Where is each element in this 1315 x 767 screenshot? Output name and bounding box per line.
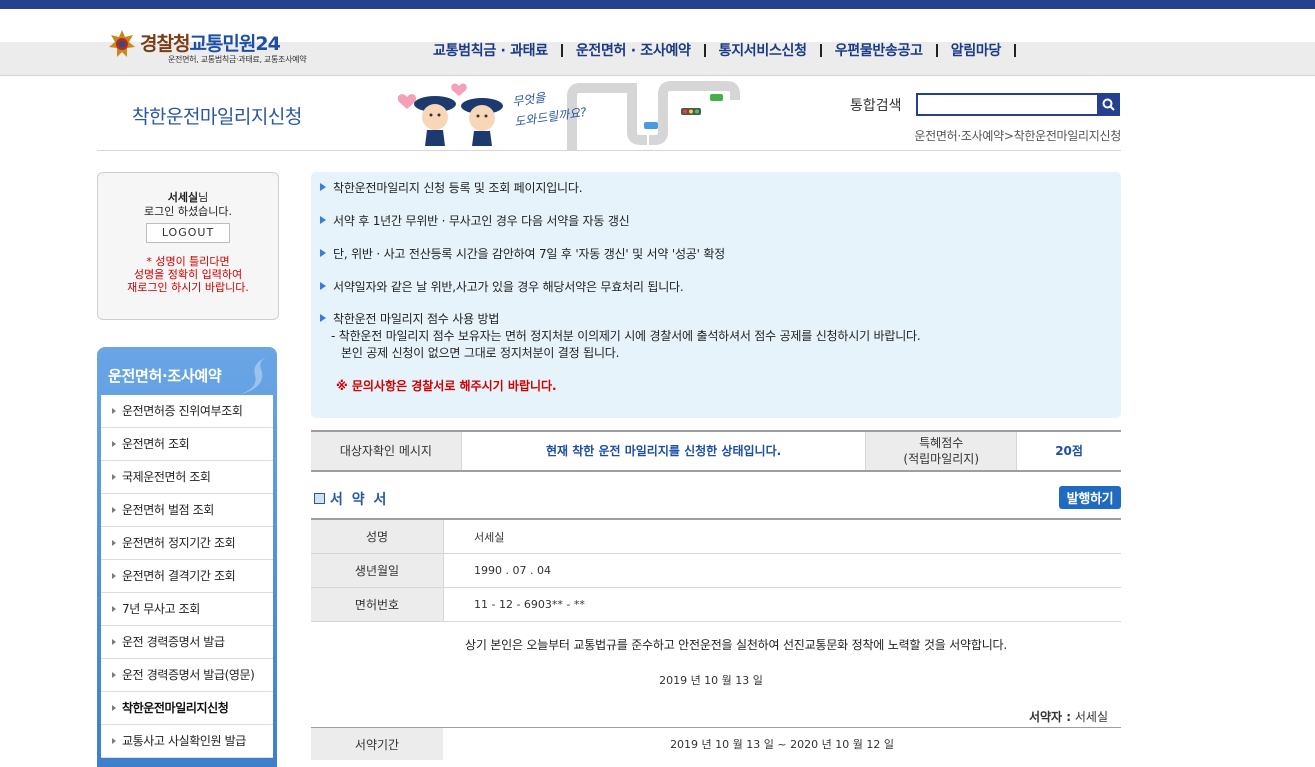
row-key: 성명 [311,520,444,553]
pledge-signer: 서약자 : 서세실 [1028,710,1108,724]
points-label: 특혜점수 (적립마일리지) [866,432,1018,470]
notice-line: 서약일자와 같은 날 위반,사고가 있을 경우 해당서약은 무효처리 됩니다. [333,280,684,294]
banner-illustration: 무엇을 도와드릴까요? [397,81,740,150]
police-emblem-icon [109,30,135,57]
pledge-period-row: 서약기간 2019 년 10 월 13 일 ~ 2020 년 10 월 12 일 [311,727,1121,760]
row-key: 생년월일 [311,554,444,587]
gnb-item-returned-mail[interactable]: 우편물반송공고 [822,40,936,60]
status-message: 현재 착한 운전 마일리지를 신청한 상태입니다. [461,432,867,470]
side-menu-item[interactable]: 교통사고 사실확인원 발급 [101,725,273,758]
search-button[interactable] [1097,93,1120,116]
issue-button[interactable]: 발행하기 [1059,486,1121,509]
side-menu-item-active[interactable]: 착한운전마일리지신청 [101,692,273,725]
bullet-arrow-icon [112,573,116,579]
gnb-item-license[interactable]: 운전면허 · 조사예약 [563,40,704,60]
brand-name: 경찰청교통민원24 [140,33,281,55]
applicant-status-table: 대상자확인 메시지 현재 착한 운전 마일리지를 신청한 상태입니다. 특혜점수… [311,430,1121,472]
row-value: 1990 . 07 . 04 [474,564,551,577]
bullet-triangle-icon [320,314,326,322]
pledge-statement: 상기 본인은 오늘부터 교통법규를 준수하고 안전운전을 실천하여 선진교통문화… [464,638,1008,652]
notice-line: 착한운전마일리지 신청 등록 및 조회 페이지입니다. [333,181,583,195]
global-nav: 교통범칙금 · 과태료 운전면허 · 조사예약 통지서비스신청 우편물반송공고 … [420,39,1017,61]
side-menu-list: 운전면허증 진위여부조회 운전면허 조회 국제운전면허 조회 운전면허 벌점 조… [101,395,273,758]
period-label: 서약기간 [311,728,443,760]
row-value: 서세실 [474,530,505,544]
top-color-bar [0,0,1315,9]
bullet-arrow-icon [112,408,116,414]
logged-in-text: 로그인 하셨습니다. [144,205,232,218]
bullet-arrow-icon [112,606,116,612]
breadcrumb: 운전면허·조사예약>착한운전마일리지신청 [914,129,1121,143]
page-title: 착한운전마일리지신청 [132,106,302,128]
bullet-triangle-icon [320,249,326,257]
sub-header: 착한운전마일리지신청 무엇을 도와드릴까요? 통합검색 운전면허·조사예약>착한… [97,78,1121,151]
gnb-item-fines[interactable]: 교통범칙금 · 과태료 [420,40,561,60]
bullet-arrow-icon [112,474,116,480]
side-menu-item[interactable]: 운전면허 조회 [101,428,273,461]
notice-line: 단, 위반 · 사고 전산등록 시간을 감안하여 7일 후 '자동 갱신' 및 … [333,247,726,261]
section-square-icon [314,493,325,504]
search-input[interactable] [916,93,1102,116]
bullet-triangle-icon [320,216,326,224]
row-value: 11 - 12 - 6903** - ** [474,598,585,611]
side-menu-item[interactable]: 7년 무사고 조회 [101,593,273,626]
gnb-item-notification[interactable]: 통지서비스신청 [706,40,820,60]
points-value: 20점 [1017,432,1121,470]
bullet-triangle-icon [320,282,326,290]
row-key: 면허번호 [311,588,444,621]
global-header: 경찰청교통민원24 운전면허, 교통범칙금·과태료, 교통조사예약 교통범칙금 … [0,9,1315,76]
gnb-separator [1014,43,1017,57]
side-menu-item[interactable]: 국제운전면허 조회 [101,461,273,494]
notice-line: 착한운전 마일리지 점수 사용 방법 [333,312,500,326]
side-menu-title: 운전면허·조사예약 [108,367,222,385]
banner-text-1: 무엇을 [511,90,547,109]
bullet-arrow-icon [112,639,116,645]
logout-button[interactable]: LOGOUT [146,223,230,243]
search-icon [1102,98,1115,111]
side-menu-item[interactable]: 운전면허 결격기간 조회 [101,560,273,593]
bullet-arrow-icon [112,672,116,678]
notice-sub-line: 본인 공제 신청이 없으면 그대로 정지처분이 결정 됩니다. [341,346,620,360]
side-menu-item[interactable]: 운전 경력증명서 발급 [101,626,273,659]
table-row: 성명 서세실 [311,520,1121,554]
side-menu-item[interactable]: 운전면허 벌점 조회 [101,494,273,527]
user-name: 서세실 [167,191,199,204]
side-menu-item[interactable]: 운전면허 정지기간 조회 [101,527,273,560]
login-status-box: 서세실님 로그인 하셨습니다. LOGOUT * 성명이 틀리다면 성명을 정확… [97,172,279,320]
menu-swoosh-icon [237,355,273,395]
notice-box: 착한운전마일리지 신청 등록 및 조회 페이지입니다. 서약 후 1년간 무위반… [311,172,1121,418]
bullet-arrow-icon [112,738,116,744]
side-menu-item[interactable]: 운전면허증 진위여부조회 [101,395,273,428]
side-menu-item[interactable]: 운전 경력증명서 발급(영문) [101,659,273,692]
notice-sub-line: - 착한운전 마일리지 점수 보유자는 면허 정지처분 이의제기 시에 경찰서에… [331,329,921,343]
bullet-arrow-icon [112,507,116,513]
relogin-warning: * 성명이 틀리다면 성명을 정확히 입력하여 재로그인 하시기 바랍니다. [127,255,249,294]
site-logo[interactable]: 경찰청교통민원24 운전면허, 교통범칙금·과태료, 교통조사예약 [108,29,338,69]
status-label: 대상자확인 메시지 [311,432,462,470]
pledge-info-table: 성명 서세실 생년월일 1990 . 07 . 04 면허번호 11 - 12 … [311,518,1121,622]
notice-line: 서약 후 1년간 무위반 · 무사고인 경우 다음 서약을 자동 갱신 [333,214,630,228]
bullet-triangle-icon [320,183,326,191]
pledge-date: 2019 년 10 월 13 일 [659,674,763,687]
inquiry-note: ※ 문의사항은 경찰서로 해주시기 바랍니다. [336,379,557,393]
section-title: 서 약 서 [314,489,388,509]
bullet-arrow-icon [112,441,116,447]
bullet-arrow-icon [112,540,116,546]
bullet-arrow-icon [112,705,116,711]
table-row: 생년월일 1990 . 07 . 04 [311,554,1121,588]
period-value: 2019 년 10 월 13 일 ~ 2020 년 10 월 12 일 [670,738,894,751]
gnb-item-notice-board[interactable]: 알림마당 [938,40,1014,60]
user-suffix: 님 [198,191,209,204]
brand-subtitle: 운전면허, 교통범칙금·과태료, 교통조사예약 [168,55,307,64]
side-menu: 운전면허·조사예약 운전면허증 진위여부조회 운전면허 조회 국제운전면허 조회… [97,347,277,767]
search-label: 통합검색 [850,98,902,114]
table-row: 면허번호 11 - 12 - 6903** - ** [311,588,1121,622]
login-user-info: 서세실님 로그인 하셨습니다. [98,191,278,219]
